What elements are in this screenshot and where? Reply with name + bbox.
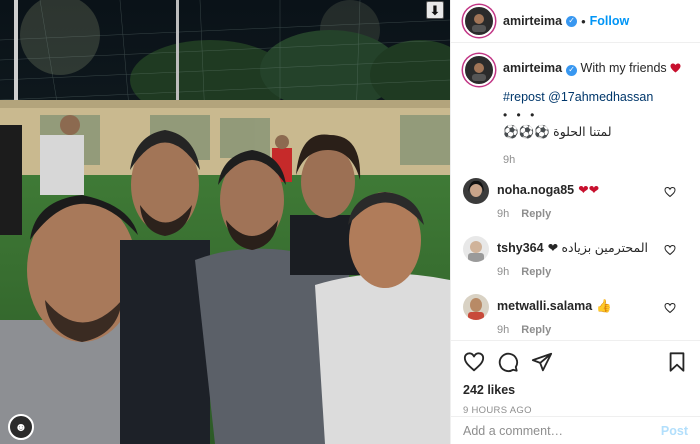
caption-time: 9h	[503, 154, 516, 166]
comment-body: tshy364 المحترمين بزياده ❤ 9h Reply	[497, 236, 690, 278]
caption-body: amirteima ✓ With my friends #repost @17ah…	[503, 54, 690, 166]
comment-time: 9h	[497, 324, 510, 336]
comment-time: 9h	[497, 266, 510, 278]
post-side-panel: amirteima ✓ • Follow amirteima ✓ With my …	[450, 0, 700, 444]
comment-username[interactable]: metwalli.salama	[497, 299, 592, 313]
commenter-avatar[interactable]	[463, 236, 489, 262]
caption-arabic: لمتنا الحلوة ⚽⚽⚽	[503, 125, 612, 139]
header-separator: •	[581, 13, 586, 29]
caption-line: amirteima ✓ With my friends	[503, 60, 690, 76]
comment-meta: 9h Reply	[497, 324, 690, 336]
add-comment-bar: Post	[451, 416, 700, 444]
avatar-face-icon	[472, 63, 486, 81]
caption: amirteima ✓ With my friends #repost @17ah…	[463, 54, 690, 166]
avatar-image-icon	[463, 236, 489, 262]
caption-username[interactable]: amirteima	[503, 61, 562, 75]
post-time-ago: 9 HOURS AGO	[463, 405, 532, 416]
comment-line: noha.noga85 ❤❤	[497, 178, 690, 198]
share-icon[interactable]	[531, 351, 553, 373]
avatar-face-icon	[472, 14, 486, 32]
comment-item: tshy364 المحترمين بزياده ❤ 9h Reply	[463, 236, 690, 278]
comment-body: noha.noga85 ❤❤ 9h Reply	[497, 178, 690, 220]
post-actions: 242 likes 9 HOURS AGO	[451, 340, 700, 420]
comment-input[interactable]	[463, 423, 661, 438]
avatar-image-icon	[463, 178, 489, 204]
commenter-avatar[interactable]	[463, 294, 489, 320]
comment-icon[interactable]	[497, 351, 519, 373]
commenter-avatar[interactable]	[463, 178, 489, 204]
comment-item: metwalli.salama 👍 9h Reply	[463, 294, 690, 336]
heart-emoji-icon	[670, 63, 681, 73]
caption-avatar[interactable]	[463, 54, 495, 86]
download-icon[interactable]: ⬇	[426, 1, 444, 19]
caption-hashtags[interactable]: #repost @17ahmedhassan	[503, 90, 690, 104]
like-icon[interactable]	[463, 351, 485, 373]
comment-item: noha.noga85 ❤❤ 9h Reply	[463, 178, 690, 220]
follow-button[interactable]: Follow	[590, 14, 630, 28]
save-bookmark-icon[interactable]	[666, 351, 688, 373]
tagged-people-icon[interactable]: ☻	[8, 414, 34, 440]
action-icons-row	[463, 349, 688, 375]
comment-time: 9h	[497, 208, 510, 220]
comment-username[interactable]: noha.noga85	[497, 183, 574, 197]
avatar-image-icon	[463, 294, 489, 320]
comment-body: metwalli.salama 👍 9h Reply	[497, 294, 690, 336]
like-comment-icon[interactable]	[664, 244, 676, 256]
reply-button[interactable]: Reply	[521, 208, 551, 220]
post-header: amirteima ✓ • Follow	[451, 0, 700, 43]
post-photo[interactable]: ⬇ ☻	[0, 0, 450, 444]
author-username[interactable]: amirteima	[503, 14, 562, 28]
comment-meta: 9h Reply	[497, 208, 690, 220]
photo-illustration	[0, 0, 450, 444]
comment-line: tshy364 المحترمين بزياده ❤	[497, 236, 690, 256]
likes-count[interactable]: 242 likes	[463, 383, 688, 397]
caption-dots: • • •	[503, 108, 538, 122]
reply-button[interactable]: Reply	[521, 324, 551, 336]
author-avatar[interactable]	[463, 5, 495, 37]
post-comment-button[interactable]: Post	[661, 424, 688, 438]
verified-badge-icon: ✓	[566, 15, 578, 27]
comment-username[interactable]: tshy364	[497, 241, 544, 255]
comment-text: ❤❤	[578, 183, 600, 197]
like-comment-icon[interactable]	[664, 302, 676, 314]
verified-badge-icon: ✓	[566, 64, 578, 76]
comment-line: metwalli.salama 👍	[497, 294, 690, 314]
like-comment-icon[interactable]	[664, 186, 676, 198]
comment-meta: 9h Reply	[497, 266, 690, 278]
comment-text: المحترمين بزياده ❤	[547, 241, 648, 255]
caption-text: With my friends	[580, 61, 667, 75]
comment-text: 👍	[596, 299, 612, 313]
comments-section: amirteima ✓ With my friends #repost @17ah…	[463, 54, 690, 336]
reply-button[interactable]: Reply	[521, 266, 551, 278]
